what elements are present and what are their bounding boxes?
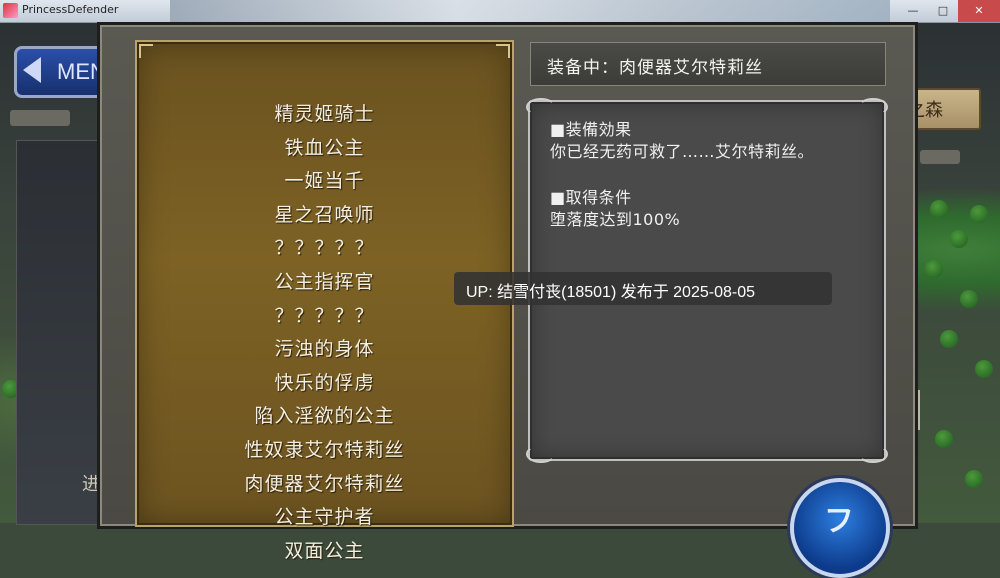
maximize-button[interactable]: □ [928,0,958,22]
menu-button[interactable]: MEN [14,46,110,98]
title-item[interactable]: ？？？？？ [137,232,512,266]
corner-ornament [496,44,510,58]
swirl-ornament [858,445,888,463]
app-icon [3,3,18,18]
rock-sprite [10,110,70,126]
corner-ornament [139,44,153,58]
title-item[interactable]: 双面公主 [137,535,512,569]
left-side-panel [16,140,102,525]
title-item[interactable]: 快乐的俘虏 [137,367,512,401]
tree-sprite [975,360,993,378]
title-item[interactable]: 精灵姬骑士 [137,98,512,132]
title-item[interactable]: 公主守护者 [137,501,512,535]
title-item[interactable]: 铁血公主 [137,132,512,166]
back-arrow-icon [23,57,41,83]
tree-sprite [960,290,978,308]
swirl-ornament [526,98,556,116]
tree-sprite [965,470,983,488]
condition-heading: ■取得条件 [550,188,632,207]
close-button[interactable]: ✕ [958,0,1000,22]
window-titlebar[interactable]: PrincessDefender — □ ✕ [0,0,1000,23]
condition-text: 堕落度达到100% [550,210,681,229]
swirl-ornament [858,98,888,116]
title-item[interactable]: 性奴隶艾尔特莉丝 [137,434,512,468]
swirl-ornament [526,445,556,463]
effect-heading: ■装備効果 [550,120,632,139]
title-item[interactable]: 星之召唤师 [137,199,512,233]
tree-sprite [950,230,968,248]
equipped-title-bar: 装备中：肉便器艾尔特莉丝 [530,42,886,86]
effect-text: 你已经无药可救了……艾尔特莉丝。 [550,142,815,161]
round-button-glyph: フ [824,504,854,539]
tree-sprite [970,205,988,223]
rock-sprite [920,150,960,164]
tree-sprite [940,330,958,348]
tree-sprite [935,430,953,448]
title-item[interactable]: 污浊的身体 [137,333,512,367]
titlebar-background-strip [170,0,890,22]
title-list: 精灵姬骑士 铁血公主 一姬当千 星之召唤师 ？？？？？ 公主指挥官 ？？？？？ … [137,98,512,568]
uploader-text: UP: 结雪付丧(18501) 发布于 2025-08-05 [466,284,756,301]
equipped-title-label: 装备中：肉便器艾尔特莉丝 [547,58,763,78]
round-action-button[interactable]: フ [790,478,890,578]
title-item[interactable]: 陷入淫欲的公主 [137,400,512,434]
title-item[interactable]: 肉便器艾尔特莉丝 [137,468,512,502]
tree-sprite [930,200,948,218]
tree-sprite [925,260,943,278]
uploader-watermark: UP: 结雪付丧(18501) 发布于 2025-08-05 [454,272,832,305]
title-item[interactable]: 一姬当千 [137,165,512,199]
minimize-button[interactable]: — [898,0,928,22]
window-title: PrincessDefender [22,3,119,16]
